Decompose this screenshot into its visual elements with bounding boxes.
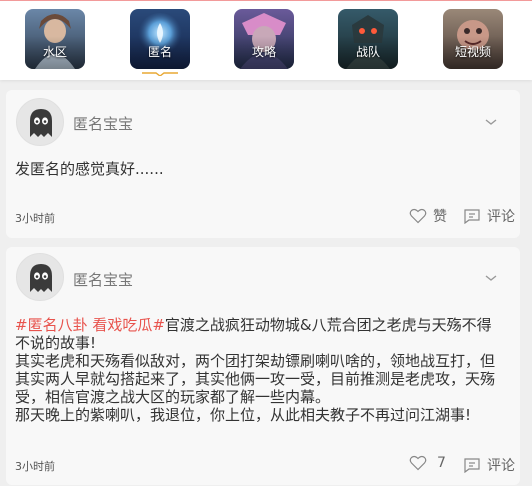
post-content: 发匿名的感觉真好......: [15, 160, 164, 178]
post-author: 匿名宝宝: [73, 115, 134, 133]
post-content-line: 其实两人早就勾搭起来了，其实他俩一攻一受，目前推测是老虎攻，天殇: [15, 370, 496, 388]
post-time: 3小时前: [15, 460, 55, 473]
tab-label: 匿名: [147, 45, 172, 59]
post-content-line: 不说的故事!: [15, 334, 97, 352]
tab-short-video[interactable]: 短视频: [443, 9, 503, 69]
chevron-down-icon[interactable]: [484, 273, 498, 283]
category-tab-bar: 水区 匿名 攻略 战队 短视频: [0, 0, 532, 80]
comment-label: 评论: [487, 458, 515, 474]
tab-shade: [338, 9, 398, 69]
tab-shade: [130, 9, 190, 69]
post-content-line: 其实老虎和天殇看似敌对，两个团打架劫镖刷喇叭啥的，领地战互打，但: [15, 352, 496, 370]
post-card[interactable]: 匿名宝宝 发匿名的感觉真好...... 3小时前 赞 评论: [6, 90, 520, 238]
comment-button[interactable]: 评论: [463, 455, 515, 475]
post-content-line: #匿名八卦 看戏吃瓜#官渡之战疯狂动物城&八荒合团之老虎与天殇不得: [15, 316, 515, 334]
comment-button[interactable]: 评论: [463, 206, 515, 226]
post-content-line: 受，相信官渡之战大区的玩家都了解一些内幕。: [15, 388, 331, 406]
ghost-avatar-icon: [30, 109, 52, 137]
post-content-text: 官渡之战疯狂动物城&八荒合团之老虎与天殇不得: [164, 316, 492, 334]
like-button[interactable]: 赞: [409, 206, 447, 226]
avatar[interactable]: [16, 253, 64, 301]
heart-icon: [409, 455, 427, 471]
tab-anonymous[interactable]: 匿名: [130, 9, 190, 69]
post-card[interactable]: 匿名宝宝 #匿名八卦 看戏吃瓜#官渡之战疯狂动物城&八荒合团之老虎与天殇不得 不…: [6, 247, 520, 485]
like-button[interactable]: 7: [409, 455, 446, 471]
post-author: 匿名宝宝: [73, 271, 134, 289]
tab-label: 短视频: [454, 45, 491, 59]
tab-label: 攻略: [251, 45, 276, 59]
post-content-line: 那天晚上的紫喇叭，我退位，你上位，从此相夫教子不再过问江湖事!: [15, 406, 472, 424]
tab-team[interactable]: 战队: [338, 9, 398, 69]
comment-icon: [464, 209, 480, 224]
like-count: 7: [437, 455, 446, 471]
tab-label: 战队: [355, 45, 380, 59]
tab-strategy[interactable]: 攻略: [234, 9, 294, 69]
tab-label: 水区: [42, 45, 67, 59]
topic-tag-link[interactable]: #匿名八卦 看戏吃瓜#: [15, 316, 165, 334]
tab-shade: [25, 9, 85, 69]
tab-water-zone[interactable]: 水区: [25, 9, 85, 69]
heart-icon: [409, 208, 427, 224]
tab-shade: [234, 9, 294, 69]
active-tab-indicator: [142, 72, 178, 76]
tab-shade: [443, 9, 503, 69]
post-content: #匿名八卦 看戏吃瓜#官渡之战疯狂动物城&八荒合团之老虎与天殇不得 不说的故事!…: [15, 316, 515, 424]
post-time: 3小时前: [15, 212, 55, 225]
like-label: 赞: [433, 209, 447, 225]
chevron-down-icon[interactable]: [484, 117, 498, 127]
avatar[interactable]: [16, 98, 64, 146]
comment-icon: [464, 458, 480, 473]
comment-label: 评论: [487, 209, 515, 225]
ghost-avatar-icon: [30, 264, 52, 292]
